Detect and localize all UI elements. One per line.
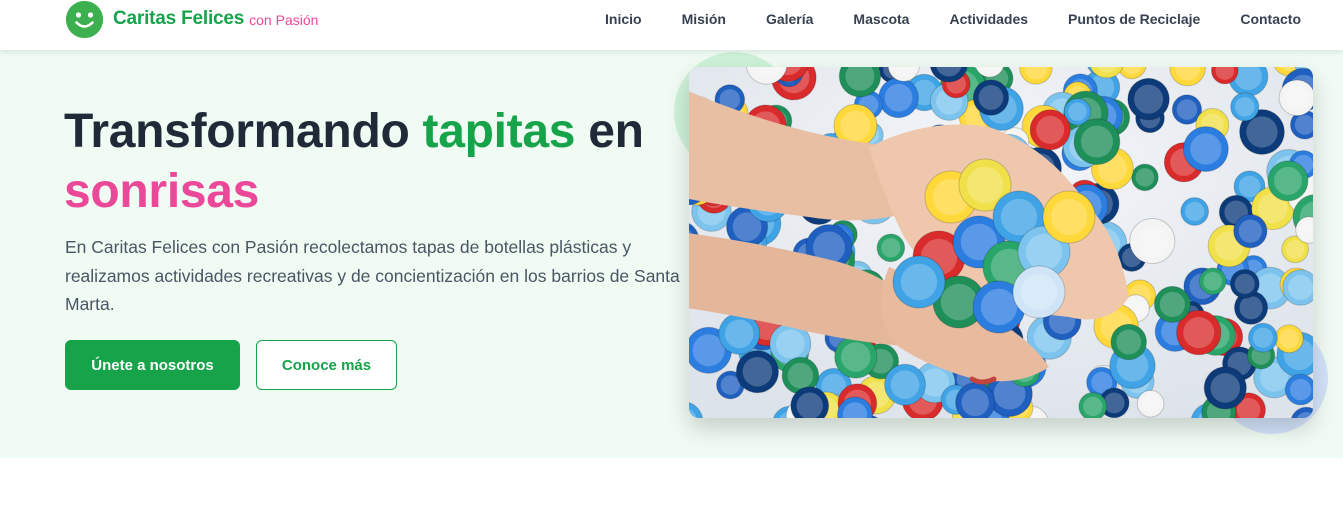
nav-link-inicio[interactable]: Inicio	[605, 11, 642, 27]
hero-image-bottle-caps	[689, 67, 1313, 418]
learn-more-button[interactable]: Conoce más	[256, 340, 397, 390]
headline-highlight-tapitas: tapitas	[422, 105, 576, 158]
nav-link-mision[interactable]: Misión	[682, 11, 726, 27]
join-us-button[interactable]: Únete a nosotros	[65, 340, 240, 390]
nav-link-puntos-reciclaje[interactable]: Puntos de Reciclaje	[1068, 11, 1200, 27]
hero-section: Transformando tapitas en sonrisas En Car…	[0, 50, 1343, 458]
brand-tagline: con Pasión	[249, 12, 319, 28]
hero-headline: Transformando tapitas en sonrisas	[64, 102, 684, 222]
headline-text-2: en	[575, 105, 644, 158]
nav-link-actividades[interactable]: Actividades	[949, 11, 1028, 27]
nav-link-galeria[interactable]: Galería	[766, 11, 813, 27]
main-nav: Inicio Misión Galería Mascota Actividade…	[565, 0, 1301, 38]
nav-link-contacto[interactable]: Contacto	[1240, 11, 1301, 27]
smiley-face-icon	[66, 0, 103, 38]
hero-description: En Caritas Felices con Pasión recolectam…	[65, 237, 680, 314]
brand-logo-link[interactable]: Caritas Felices con Pasión	[66, 0, 319, 38]
nav-link-mascota[interactable]: Mascota	[853, 11, 909, 27]
brand-name: Caritas Felices	[113, 8, 245, 29]
top-navbar: Caritas Felices con Pasión Inicio Misión…	[0, 0, 1343, 50]
headline-text-1: Transformando	[64, 105, 423, 158]
headline-highlight-sonrisas: sonrisas	[64, 165, 260, 218]
